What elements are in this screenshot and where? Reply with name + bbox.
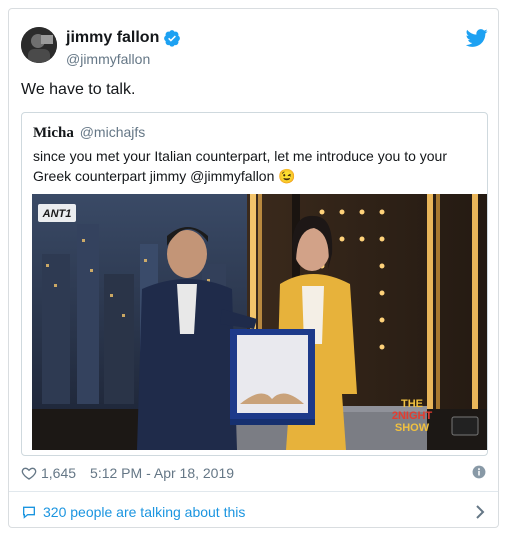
- tweet-meta: 1,645 5:12 PM - Apr 18, 2019: [21, 461, 488, 485]
- quoted-media-image[interactable]: ANT1 THE 2NIGHT SHOW: [32, 194, 487, 450]
- footer-divider: [9, 491, 498, 492]
- talking-about-text[interactable]: 320 people are talking about this: [43, 504, 245, 520]
- quoted-author-handle: @michajfs: [79, 124, 146, 140]
- twitter-bird-icon[interactable]: [466, 27, 488, 49]
- author-handle[interactable]: @jimmyfallon: [66, 51, 150, 67]
- show-logo-line2: 2NIGHT: [392, 410, 433, 422]
- talking-about-link[interactable]: 320 people are talking about this: [21, 500, 488, 524]
- quoted-text-body: since you met your Italian counterpart, …: [33, 148, 447, 184]
- verified-badge-icon: [164, 30, 181, 47]
- like-count[interactable]: 1,645: [41, 465, 76, 481]
- channel-logo: ANT1: [42, 208, 72, 220]
- talk-bubble-icon: [23, 506, 35, 519]
- author-name-row[interactable]: jimmy fallon: [66, 29, 181, 47]
- channel-logo-icon: ANT1: [38, 204, 76, 222]
- quoted-author-name: Micha: [33, 125, 74, 141]
- tv-studio-scene: ANT1 THE 2NIGHT SHOW: [32, 194, 487, 450]
- quoted-tweet-header: Micha @michajfs: [33, 124, 145, 142]
- quoted-tweet-text: since you met your Italian counterpart, …: [33, 146, 478, 186]
- heart-icon[interactable]: [21, 465, 37, 481]
- show-logo-line1: THE: [401, 398, 423, 410]
- show-logo-line3: SHOW: [395, 422, 430, 434]
- tweet-text: We have to talk.: [21, 81, 136, 98]
- chevron-right-icon[interactable]: [474, 504, 486, 520]
- info-icon[interactable]: [472, 465, 486, 479]
- tweet-header: jimmy fallon @jimmyfallon: [21, 27, 488, 71]
- author-name[interactable]: jimmy fallon: [66, 29, 159, 47]
- wink-emoji-icon: 😉: [278, 168, 296, 184]
- quoted-tweet[interactable]: Micha @michajfs since you met your Itali…: [21, 112, 488, 456]
- tweet-card: jimmy fallon @jimmyfallon We have to tal…: [8, 8, 499, 528]
- tweet-timestamp[interactable]: 5:12 PM - Apr 18, 2019: [90, 465, 234, 481]
- avatar[interactable]: [21, 27, 57, 63]
